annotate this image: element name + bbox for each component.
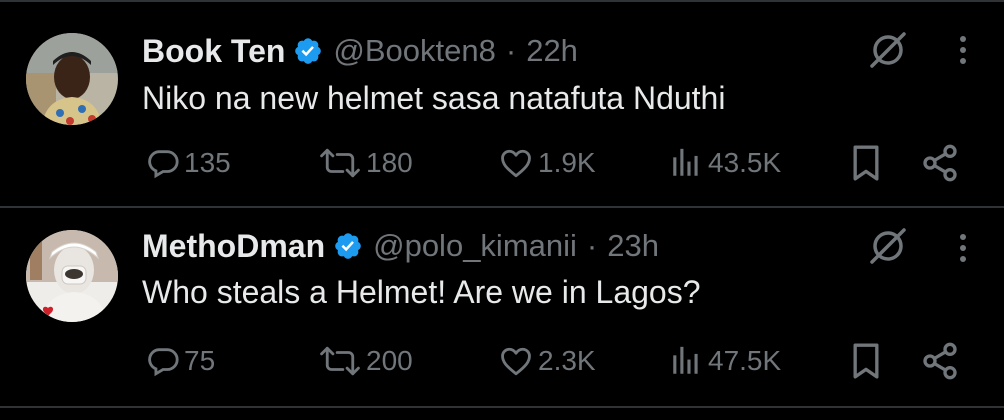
share-icon[interactable] — [920, 341, 960, 381]
retweet-count: 200 — [366, 345, 413, 376]
more-vertical-icon[interactable] — [948, 30, 978, 70]
separator: · — [505, 33, 517, 68]
grok-icon[interactable] — [868, 30, 908, 70]
retweet-button[interactable]: 200 — [318, 341, 413, 381]
retweet-button[interactable]: 180 — [318, 143, 413, 183]
bottom-divider — [0, 406, 1004, 408]
retweet-icon — [318, 344, 362, 378]
retweet-icon — [318, 146, 362, 180]
like-count: 1.9K — [538, 147, 596, 178]
view-count: 47.5K — [708, 345, 782, 376]
heart-icon — [498, 146, 534, 180]
heart-icon — [498, 344, 534, 378]
views-icon — [668, 344, 704, 378]
retweet-count: 180 — [366, 147, 413, 178]
reply-button[interactable]: 75 — [146, 341, 215, 381]
views-button[interactable]: 47.5K — [668, 341, 781, 381]
reply-count: 135 — [184, 147, 231, 178]
bookmark-icon[interactable] — [846, 143, 886, 183]
top-divider — [0, 0, 1004, 2]
bookmark-icon[interactable] — [846, 341, 886, 381]
tweet-header: MethoDman @polo_kimanii · 23h — [142, 226, 659, 266]
display-name[interactable]: Book Ten — [142, 33, 285, 70]
reply-icon — [146, 344, 180, 378]
handle[interactable]: @polo_kimanii — [373, 228, 577, 264]
tweet-text: Niko na new helmet sasa natafuta Nduthi — [142, 80, 726, 116]
handle[interactable]: @Bookten8 — [333, 33, 495, 69]
tweet[interactable]: Book Ten @Bookten8 · 22h Niko na new hel… — [0, 4, 1004, 204]
timestamp[interactable]: 22h — [526, 33, 578, 69]
display-name[interactable]: MethoDman — [142, 228, 325, 265]
separator: · — [586, 228, 598, 263]
avatar[interactable] — [26, 33, 118, 125]
verified-badge-icon — [333, 231, 363, 261]
like-count: 2.3K — [538, 345, 596, 376]
tweet-divider — [0, 206, 1004, 208]
like-button[interactable]: 1.9K — [498, 143, 596, 183]
like-button[interactable]: 2.3K — [498, 341, 596, 381]
reply-icon — [146, 146, 180, 180]
reply-count: 75 — [184, 345, 216, 376]
views-icon — [668, 146, 704, 180]
view-count: 43.5K — [708, 147, 782, 178]
more-vertical-icon[interactable] — [948, 228, 978, 268]
tweet[interactable]: MethoDman @polo_kimanii · 23h Who steals… — [0, 210, 1004, 410]
tweet-header: Book Ten @Bookten8 · 22h — [142, 31, 578, 71]
tweet-text: Who steals a Helmet! Are we in Lagos? — [142, 274, 701, 310]
grok-icon[interactable] — [868, 226, 908, 266]
verified-badge-icon — [293, 36, 323, 66]
reply-button[interactable]: 135 — [146, 143, 231, 183]
timestamp[interactable]: 23h — [607, 228, 659, 264]
views-button[interactable]: 43.5K — [668, 143, 781, 183]
share-icon[interactable] — [920, 143, 960, 183]
avatar[interactable] — [26, 230, 118, 322]
